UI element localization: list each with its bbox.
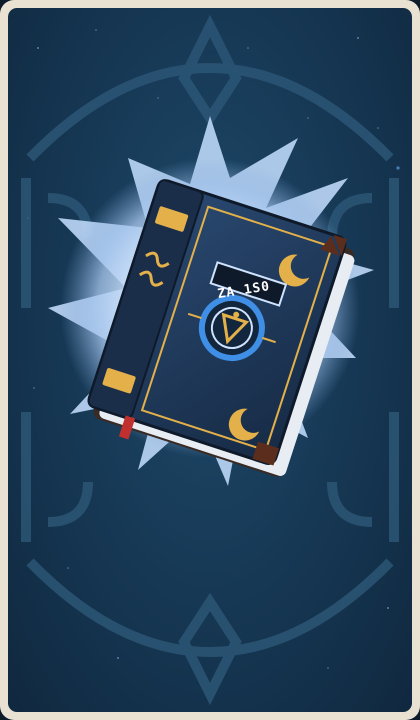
- item-card[interactable]: ZA 1S0: [0, 0, 420, 720]
- artwork-scene: [21, 14, 400, 706]
- card-artwork: ZA 1S0: [8, 8, 412, 712]
